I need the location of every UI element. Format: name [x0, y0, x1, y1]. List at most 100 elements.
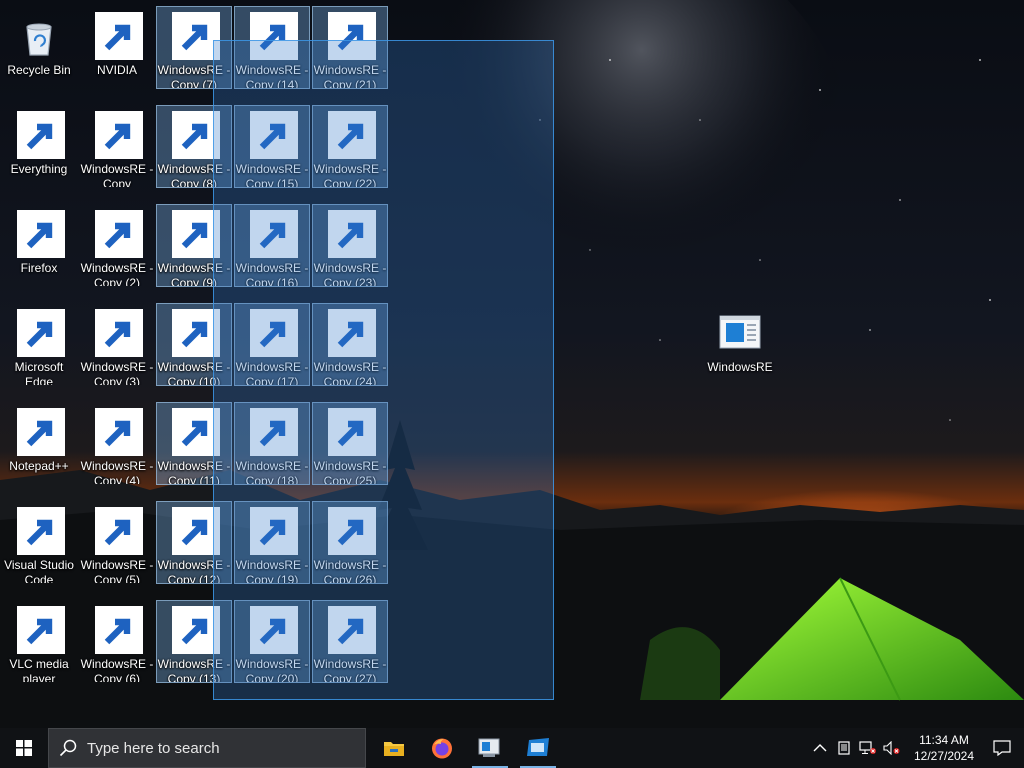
- desktop-icon[interactable]: WindowsRE - Copy (17): [234, 303, 310, 386]
- desktop-icon-label: WindowsRE - Copy (27): [313, 657, 387, 682]
- windowsre-icon: [93, 408, 143, 457]
- windowsre-icon: [170, 111, 220, 160]
- desktop-icon-label: WindowsRE - Copy (16): [235, 261, 309, 286]
- windowsre-icon: [170, 606, 220, 655]
- taskbar: Type here to search 11:34 AM 12/27/2024: [0, 728, 1024, 768]
- windowsre-icon: [326, 507, 376, 556]
- taskbar-windows-recovery-button[interactable]: [466, 728, 514, 768]
- desktop-icon[interactable]: WindowsRE - Copy (10): [156, 303, 232, 386]
- desktop-icon-label: WindowsRE - Copy (8): [157, 162, 231, 187]
- windows-recovery-icon: [477, 736, 503, 760]
- chevron-up-icon[interactable]: [808, 728, 832, 768]
- desktop-icon[interactable]: WindowsRE - Copy (5): [79, 501, 155, 584]
- desktop-icon-label: WindowsRE - Copy (11): [157, 459, 231, 484]
- desktop-icon[interactable]: WindowsRE - Copy (22): [312, 105, 388, 188]
- start-button[interactable]: [0, 728, 48, 768]
- desktop-icon[interactable]: Recycle Bin: [1, 6, 77, 89]
- tablet-icon[interactable]: [832, 728, 856, 768]
- desktop-icon-label: WindowsRE - Copy (14): [235, 63, 309, 88]
- desktop-icon[interactable]: WindowsRE - Copy (4): [79, 402, 155, 485]
- desktop-icon[interactable]: WindowsRE - Copy (26): [312, 501, 388, 584]
- desktop-icon[interactable]: Firefox: [1, 204, 77, 287]
- desktop-icon-label: Notepad++: [9, 459, 69, 473]
- desktop[interactable]: Recycle Bin Everything Firefox Microsoft Ed…: [0, 0, 1024, 728]
- clock[interactable]: 11:34 AM 12/27/2024: [908, 732, 980, 764]
- desktop-icon[interactable]: WindowsRE - Copy (24): [312, 303, 388, 386]
- desktop-icon-label: WindowsRE - Copy (2): [80, 261, 154, 286]
- desktop-icon[interactable]: WindowsRE - Copy (20): [234, 600, 310, 683]
- desktop-icon[interactable]: WindowsRE - Copy (11): [156, 402, 232, 485]
- desktop-icon[interactable]: WindowsRE - Copy (18): [234, 402, 310, 485]
- desktop-icon[interactable]: WindowsRE - Copy (13): [156, 600, 232, 683]
- desktop-icon-label: WindowsRE - Copy (15): [235, 162, 309, 187]
- everything-search-icon: [15, 111, 65, 160]
- windowsre-icon: [170, 12, 220, 61]
- desktop-icon[interactable]: WindowsRE - Copy (19): [234, 501, 310, 584]
- volume-muted-icon[interactable]: [880, 728, 904, 768]
- clock-date: 12/27/2024: [913, 749, 975, 763]
- desktop-icon[interactable]: WindowsRE - Copy (9): [156, 204, 232, 287]
- desktop-icon[interactable]: WindowsRE - Copy (27): [312, 600, 388, 683]
- desktop-icon[interactable]: Everything: [1, 105, 77, 188]
- desktop-icon-label: WindowsRE - Copy (23): [313, 261, 387, 286]
- desktop-icon[interactable]: NVIDIA: [79, 6, 155, 89]
- windowsre-icon: [326, 111, 376, 160]
- desktop-icon[interactable]: WindowsRE - Copy (21): [312, 6, 388, 89]
- desktop-icon-label: WindowsRE - Copy (6): [80, 657, 154, 682]
- nvidia-icon: [93, 12, 143, 61]
- windowsre-icon: [326, 606, 376, 655]
- desktop-icon[interactable]: WindowsRE - Copy (14): [234, 6, 310, 89]
- desktop-icon-label: WindowsRE - Copy (17): [235, 360, 309, 385]
- desktop-icon[interactable]: WindowsRE - Copy (6): [79, 600, 155, 683]
- desktop-icon-label: WindowsRE - Copy (19): [235, 558, 309, 583]
- network-icon[interactable]: [856, 728, 880, 768]
- search-icon: [59, 739, 77, 757]
- desktop-icon-label: WindowsRE - Copy (12): [157, 558, 231, 583]
- desktop-icon[interactable]: WindowsRE - Copy (25): [312, 402, 388, 485]
- desktop-icon[interactable]: WindowsRE - Copy (16): [234, 204, 310, 287]
- action-center-icon: [993, 740, 1011, 756]
- search-placeholder: Type here to search: [87, 739, 220, 757]
- desktop-icon[interactable]: WindowsRE - Copy: [79, 105, 155, 188]
- windowsre-icon: [170, 507, 220, 556]
- clock-time: 11:34 AM: [919, 733, 969, 747]
- desktop-icon[interactable]: WindowsRE - Copy (7): [156, 6, 232, 89]
- desktop-icon[interactable]: Microsoft Edge: [1, 303, 77, 386]
- windowsre-icon: [248, 507, 298, 556]
- desktop-icon[interactable]: Notepad++: [1, 402, 77, 485]
- taskbar-firefox-button[interactable]: [418, 728, 466, 768]
- desktop-icon[interactable]: WindowsRE - Copy (8): [156, 105, 232, 188]
- desktop-icon-label: WindowsRE - Copy (4): [80, 459, 154, 484]
- remote-desktop-icon: [525, 736, 551, 760]
- desktop-icon[interactable]: WindowsRE: [702, 303, 778, 386]
- taskbar-file-explorer-button[interactable]: [370, 728, 418, 768]
- notepad-plus-plus-icon: [15, 408, 65, 457]
- desktop-icon-label: Recycle Bin: [7, 63, 71, 77]
- desktop-icon[interactable]: Visual Studio Code: [1, 501, 77, 584]
- windowsre-icon: [326, 408, 376, 457]
- desktop-icon[interactable]: WindowsRE - Copy (15): [234, 105, 310, 188]
- taskbar-remote-desktop-button[interactable]: [514, 728, 562, 768]
- windowsre-icon: [326, 309, 376, 358]
- desktop-icon-label: VLC media player: [9, 657, 69, 682]
- pinned-apps: [370, 728, 562, 768]
- firefox-icon: [430, 736, 454, 760]
- desktop-icon[interactable]: WindowsRE - Copy (2): [79, 204, 155, 287]
- search-box[interactable]: Type here to search: [48, 728, 366, 768]
- vscode-icon: [15, 507, 65, 556]
- desktop-icon[interactable]: WindowsRE - Copy (12): [156, 501, 232, 584]
- desktop-icon-label: WindowsRE - Copy (22): [313, 162, 387, 187]
- windowsre-icon: [93, 210, 143, 259]
- desktop-icon-label: NVIDIA: [96, 63, 137, 77]
- windowsre-icon: [248, 606, 298, 655]
- desktop-icon[interactable]: VLC media player: [1, 600, 77, 683]
- desktop-icon-label: WindowsRE - Copy (10): [157, 360, 231, 385]
- desktop-icon-label: Firefox: [20, 261, 58, 275]
- windowsre-icon: [248, 210, 298, 259]
- desktop-icon[interactable]: WindowsRE - Copy (23): [312, 204, 388, 287]
- action-center-button[interactable]: [980, 728, 1024, 768]
- desktop-icon-label: WindowsRE - Copy (24): [313, 360, 387, 385]
- windows-logo-icon: [16, 740, 32, 756]
- desktop-icon[interactable]: WindowsRE - Copy (3): [79, 303, 155, 386]
- desktop-icon-label: Everything: [10, 162, 68, 176]
